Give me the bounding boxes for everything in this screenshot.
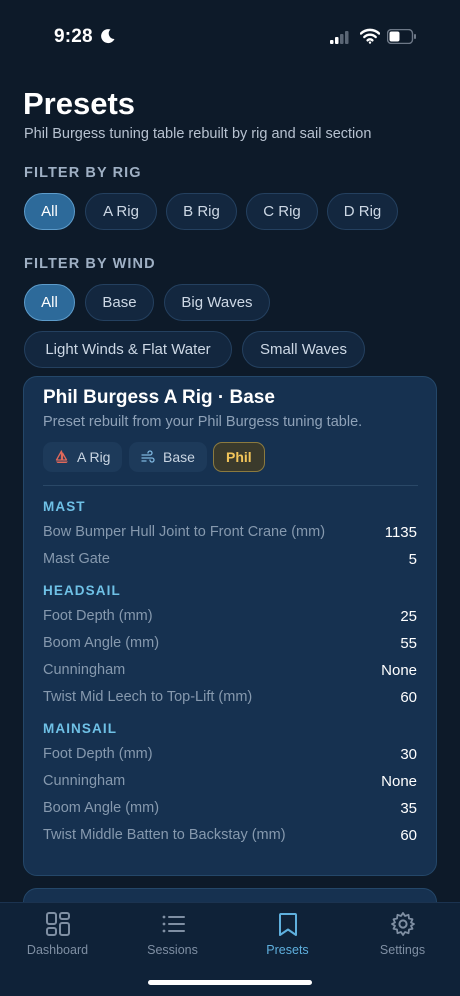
list-icon: [162, 915, 185, 933]
wind-chip-base[interactable]: Base: [85, 284, 154, 321]
filter-wind-label: FILTER BY WIND: [24, 256, 156, 272]
gear-icon: [390, 912, 415, 936]
status-time: 9:28: [54, 26, 93, 47]
wind-chip-all[interactable]: All: [24, 284, 75, 321]
row-label: Boom Angle (mm): [43, 635, 160, 651]
tab-sessions[interactable]: Sessions: [115, 911, 230, 957]
wifi-icon: [360, 28, 380, 44]
row-value: 30: [400, 746, 417, 763]
row-value: None: [381, 662, 417, 679]
wind-chip-big-waves[interactable]: Big Waves: [164, 284, 270, 321]
wind-icon: [141, 450, 155, 463]
row-value: 5: [408, 551, 417, 568]
moon-icon: [101, 29, 115, 44]
preset-card[interactable]: Phil Burgess A Rig · Base Preset rebuilt…: [23, 376, 437, 876]
tag-source: Phil: [213, 442, 265, 472]
tag-wind: Base: [129, 442, 207, 472]
row-label: Bow Bumper Hull Joint to Front Crane (mm…: [43, 524, 326, 540]
rig-chip-a[interactable]: A Rig: [85, 193, 157, 230]
card-divider: [43, 485, 418, 486]
row-value: 60: [400, 827, 417, 844]
tab-settings[interactable]: Settings: [345, 911, 460, 957]
dashboard-icon: [45, 912, 70, 936]
tab-sessions-label: Sessions: [147, 943, 198, 957]
page-title: Presets: [23, 86, 136, 121]
tab-dashboard[interactable]: Dashboard: [0, 911, 115, 957]
section-heading-headsail: HEADSAIL: [43, 583, 121, 598]
row-label: Foot Depth (mm): [43, 746, 153, 762]
rig-chip-d[interactable]: D Rig: [327, 193, 398, 230]
tab-presets-label: Presets: [266, 943, 309, 957]
rig-chip-b[interactable]: B Rig: [166, 193, 237, 230]
home-indicator: [148, 980, 312, 985]
tab-dashboard-label: Dashboard: [26, 943, 89, 957]
row-value: 25: [400, 608, 417, 625]
row-label: Foot Depth (mm): [43, 608, 153, 624]
sailboat-icon: [55, 450, 68, 463]
row-label: Cunningham: [43, 662, 126, 678]
page-subtitle: Phil Burgess tuning table rebuilt by rig…: [24, 126, 372, 142]
battery-icon: [387, 29, 416, 44]
row-label: Boom Angle (mm): [43, 800, 160, 816]
rig-chip-c[interactable]: C Rig: [246, 193, 318, 230]
row-value: None: [381, 773, 417, 790]
row-label: Cunningham: [43, 773, 126, 789]
preset-card-title: Phil Burgess A Rig · Base: [43, 387, 275, 408]
row-label: Twist Middle Batten to Backstay (mm): [43, 827, 286, 843]
row-label: Mast Gate: [43, 551, 110, 567]
section-heading-mast: MAST: [43, 499, 86, 514]
tag-rig-label: A Rig: [77, 449, 111, 465]
row-value: 1135: [384, 524, 417, 541]
filter-rig-label: FILTER BY RIG: [24, 165, 142, 181]
tab-presets[interactable]: Presets: [230, 911, 345, 957]
tab-settings-label: Settings: [379, 943, 426, 957]
cellular-signal-icon: [330, 31, 349, 44]
wind-chip-light-winds[interactable]: Light Winds & Flat Water: [24, 331, 232, 368]
bookmark-icon: [278, 913, 297, 936]
row-value: 55: [400, 635, 417, 652]
section-heading-mainsail: MAINSAIL: [43, 721, 118, 736]
row-value: 60: [400, 689, 417, 706]
rig-chip-all[interactable]: All: [24, 193, 75, 230]
status-bar: 9:28: [0, 0, 460, 76]
tag-rig: A Rig: [43, 442, 123, 472]
row-value: 35: [400, 800, 417, 817]
row-label: Twist Mid Leech to Top-Lift (mm): [43, 689, 253, 705]
wind-chip-small-waves[interactable]: Small Waves: [242, 331, 365, 368]
tag-wind-label: Base: [163, 449, 195, 465]
preset-card-subtitle: Preset rebuilt from your Phil Burgess tu…: [43, 414, 363, 430]
